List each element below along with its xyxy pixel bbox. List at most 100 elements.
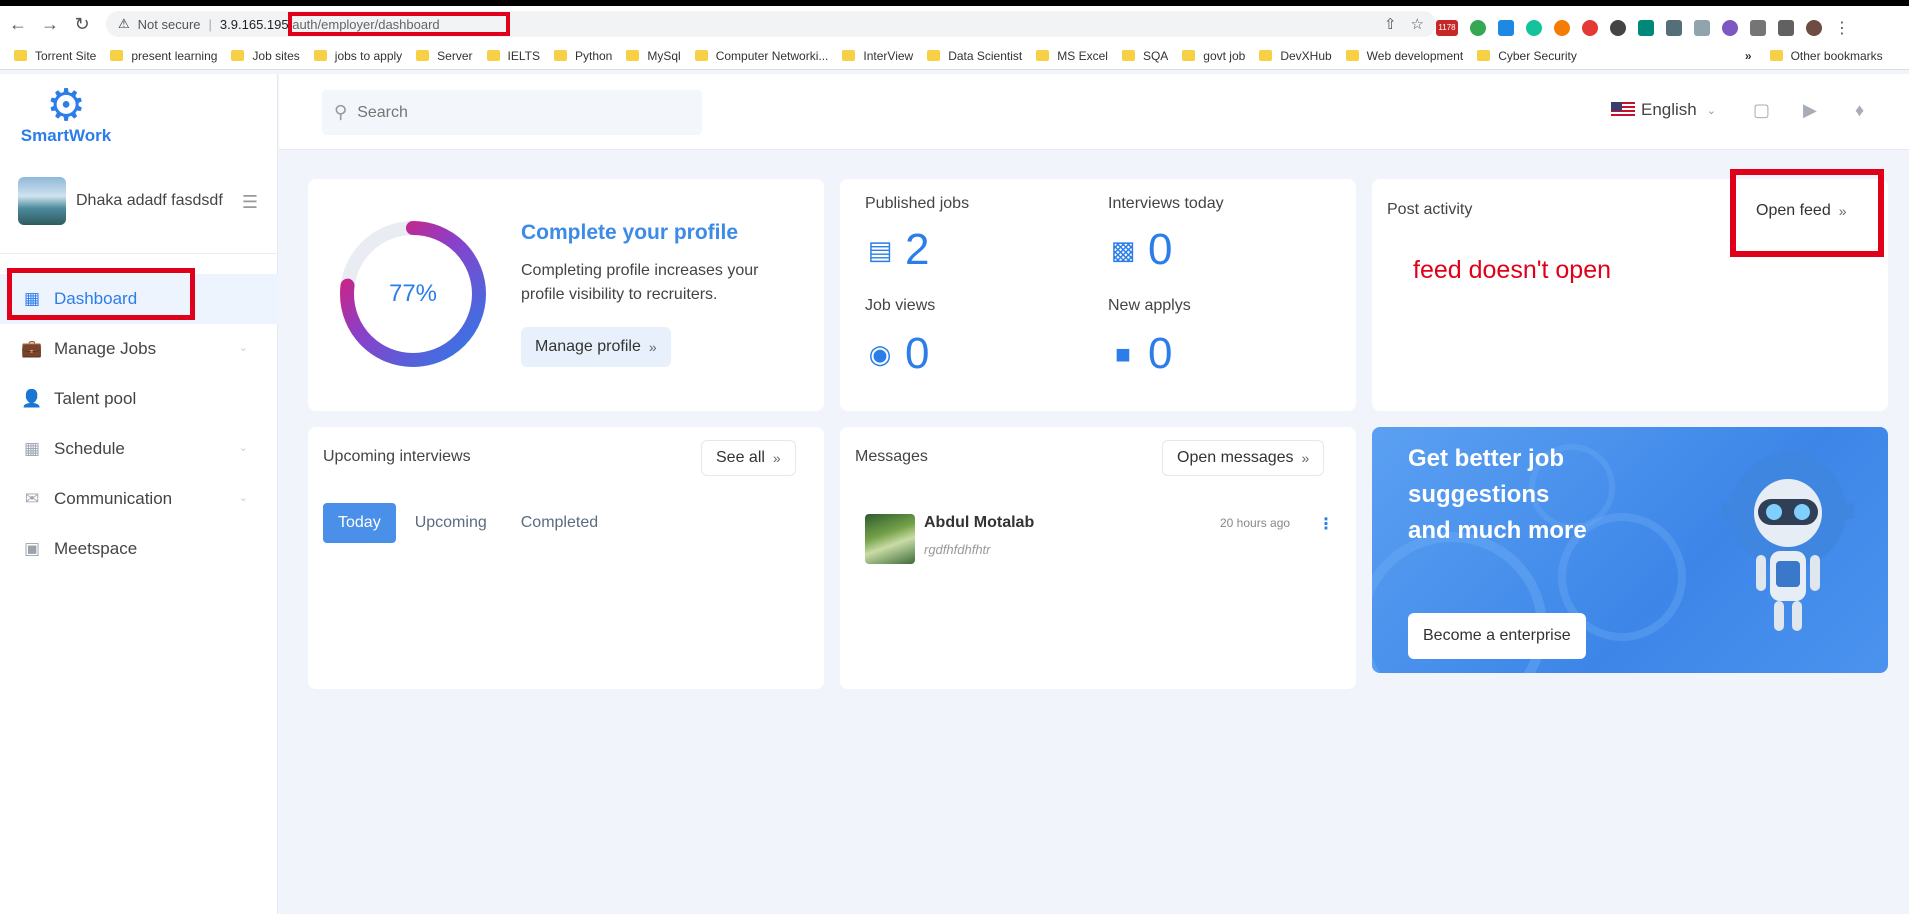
bookmark-item[interactable]: SQA [1121,49,1168,63]
bell-icon[interactable]: ♦ [1855,100,1864,121]
job-views-value: 0 [905,329,930,378]
sidepanel-icon[interactable] [1778,20,1794,36]
share-icon[interactable]: ⇧ [1384,15,1397,33]
code-icon[interactable] [1638,20,1654,36]
address-bar-row: ← → ↻ ⚠ Not secure | 3.9.165.195/auth/em… [0,6,1909,42]
bookmark-item[interactable]: Web development [1345,49,1463,63]
search-icon: ⚲ [334,102,348,122]
gear-logo-icon: ⚙ [46,81,86,130]
menu-dots-icon[interactable]: ⋮ [1834,18,1850,38]
sidebar-item-schedule[interactable]: ▦ Schedule ⌄ [0,424,278,474]
screenshot-icon[interactable] [1666,20,1682,36]
folder-icon [1477,50,1491,61]
published-jobs-stat[interactable]: ▤ 2 [865,225,930,275]
new-applys-label: New applys [1108,297,1191,314]
sidebar-item-label: Communication [54,489,173,508]
search-input[interactable] [357,103,678,122]
folder-icon [694,50,708,61]
job-views-stat[interactable]: ◉ 0 [865,329,930,379]
sidebar-item-manage-jobs[interactable]: 💼 Manage Jobs ⌄ [0,324,278,374]
mouse-icon[interactable] [1610,20,1626,36]
folder-icon [14,50,27,61]
video-user-icon: ▩ [1110,234,1136,265]
bookmark-item[interactable]: Python [553,49,612,63]
bookmark-item[interactable]: Computer Networki... [694,49,828,63]
logo[interactable]: ⚙ SmartWork [16,84,116,146]
bookmark-item[interactable]: jobs to apply [313,49,402,63]
message-sender[interactable]: Abdul Motalab [924,514,1034,532]
bookmark-item[interactable]: IELTS [486,49,540,63]
kebab-menu-icon[interactable]: ⋮ [1318,514,1334,534]
bookmark-item[interactable]: Job sites [231,49,300,63]
drop-icon[interactable] [1498,20,1514,36]
profile-card: 77% Complete your profile Completing pro… [308,179,824,411]
tab-upcoming[interactable]: Upcoming [400,503,502,543]
shield-icon[interactable] [1470,20,1486,36]
robot-illustration [1722,451,1854,631]
forward-icon[interactable]: → [36,10,64,38]
sidebar-item-communication[interactable]: ✉ Communication ⌄ [0,474,278,524]
chat-icon[interactable]: ▢ [1753,100,1770,121]
sidebar-divider [0,253,278,254]
new-applys-value: 0 [1148,329,1173,378]
language-selector[interactable]: English ⌄ [1611,100,1716,120]
extension-red-icon[interactable] [1582,20,1598,36]
sidebar-item-meetspace[interactable]: ▣ Meetspace [0,524,278,574]
user-search-icon: 👤 [21,389,43,408]
stats-card: Published jobs ▤ 2 Interviews today ▩ 0 … [840,179,1356,411]
user-profile[interactable]: Dhaka adadf fasdsdf ☰ [18,176,258,226]
post-activity-title: Post activity [1387,201,1473,218]
hamburger-icon[interactable]: ☰ [242,192,258,213]
tab-today[interactable]: Today [323,503,396,543]
chevron-down-icon: ⌄ [1706,104,1716,117]
extension-orange-icon[interactable] [1554,20,1570,36]
search-box[interactable]: ⚲ [322,90,702,135]
bookmark-item[interactable]: MS Excel [1036,49,1108,63]
see-all-button[interactable]: See all » [701,440,796,476]
profile-avatar-icon[interactable] [1806,20,1822,36]
chevron-down-icon: ⌄ [238,342,248,354]
bookmark-item[interactable]: DevXHub [1259,49,1332,63]
sidebar-item-talent-pool[interactable]: 👤 Talent pool [0,374,278,424]
video-icon[interactable]: ▶ [1803,100,1817,121]
gmail-badge-icon[interactable]: 1178 [1436,20,1458,36]
bookmark-item[interactable]: Cyber Security [1477,49,1577,63]
sidebar-item-label: Manage Jobs [54,339,157,358]
messages-card: Messages Open messages » [840,427,1356,689]
extension-star-icon[interactable] [1722,20,1738,36]
promo-title: Get better job suggestions and much more [1408,445,1587,544]
bookmark-item[interactable]: Server [416,49,473,63]
other-bookmarks[interactable]: Other bookmarks [1769,49,1883,63]
bookmark-item[interactable]: Torrent Site [14,49,96,63]
bookmark-item[interactable]: govt job [1182,49,1245,63]
bookmark-item[interactable]: InterView [842,49,913,63]
new-applys-stat[interactable]: ■ 0 [1108,329,1172,379]
back-icon[interactable]: ← [4,10,32,38]
sidebar-item-label: Schedule [54,439,125,458]
folder-icon [1769,50,1791,61]
bookmark-item[interactable]: present learning [110,49,217,63]
reload-icon[interactable]: ↻ [68,10,96,38]
grammarly-icon[interactable] [1526,20,1542,36]
tab-completed[interactable]: Completed [506,503,613,543]
manage-profile-button[interactable]: Manage profile » [521,327,671,367]
url-host: 3.9.165.195 [219,16,289,32]
bookmark-item[interactable]: MySql [626,49,681,63]
puzzle-icon[interactable] [1750,20,1766,36]
open-messages-button[interactable]: Open messages » [1162,440,1325,476]
interview-tabs: Today Upcoming Completed [323,503,617,543]
app-header: ⚲ English ⌄ ▢ ▶ ♦ [279,74,1909,150]
job-views-label: Job views [865,297,936,314]
upcoming-interviews-title: Upcoming interviews [323,448,471,465]
interviews-today-stat[interactable]: ▩ 0 [1108,225,1173,275]
message-avatar[interactable] [865,514,915,564]
star-icon[interactable]: ☆ [1411,15,1424,33]
extension-image-icon[interactable] [1694,20,1710,36]
double-chevron-right-icon: » [772,450,781,466]
folder-icon [486,50,500,61]
bookmark-item[interactable]: Data Scientist [927,49,1022,63]
profile-card-title: Complete your profile [521,221,739,244]
become-enterprise-button[interactable]: Become a enterprise [1408,613,1586,659]
manage-profile-label: Manage profile [535,338,641,355]
bookmarks-overflow-button[interactable]: » [1745,49,1752,63]
